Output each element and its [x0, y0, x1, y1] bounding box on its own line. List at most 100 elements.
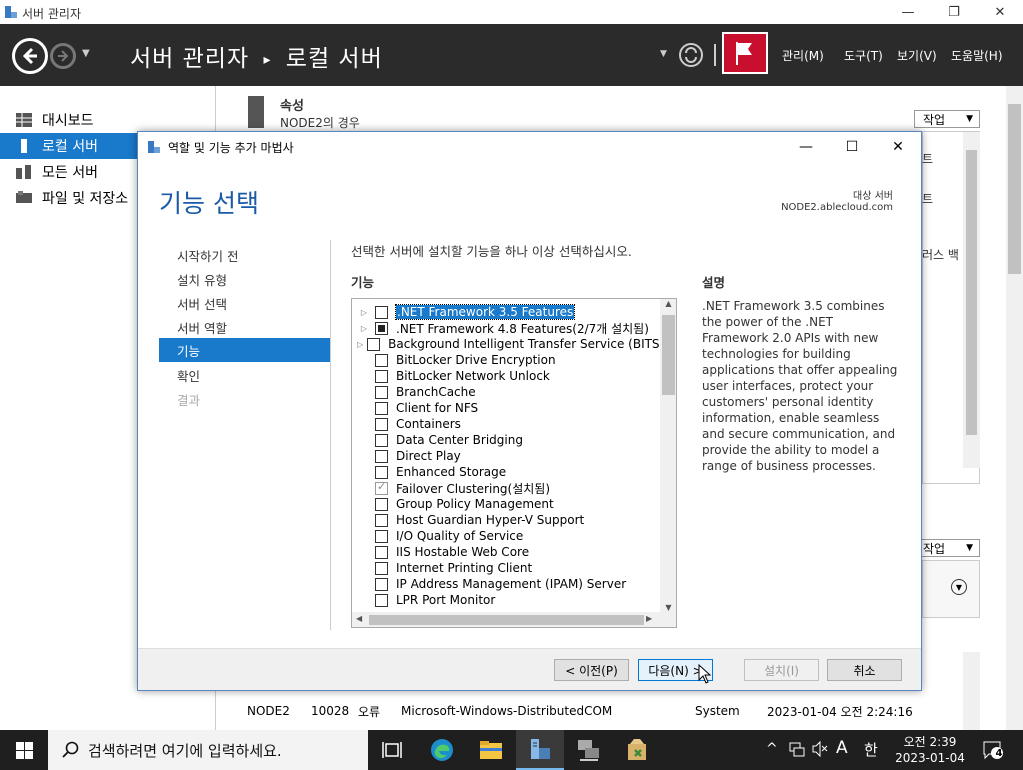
feature-row[interactable]: Internet Printing Client	[352, 560, 660, 576]
expand-chevron-icon[interactable]: ▼	[951, 579, 967, 595]
feature-row[interactable]: Failover Clustering(설치됨)	[352, 480, 660, 496]
feature-row[interactable]: BranchCache	[352, 384, 660, 400]
table-row[interactable]: NODE2 10028 오류 Microsoft-Windows-Distrib…	[240, 700, 1000, 722]
feature-checkbox[interactable]	[375, 353, 388, 367]
failover-cluster-button[interactable]	[614, 730, 662, 770]
features-hscroll[interactable]: ◀ ▶	[352, 612, 676, 627]
wizard-step-before-begin[interactable]: 시작하기 전	[177, 246, 238, 265]
feature-checkbox[interactable]	[375, 369, 388, 383]
minimize-button[interactable]: —	[885, 0, 931, 24]
scrollbar-thumb[interactable]	[662, 315, 675, 395]
volume-muted-icon[interactable]	[812, 741, 828, 757]
wizard-step-server-roles[interactable]: 서버 역할	[177, 318, 227, 337]
feature-checkbox[interactable]	[375, 433, 388, 447]
history-dropdown-icon[interactable]: ▼	[82, 48, 90, 59]
dialog-close-button[interactable]: ✕	[875, 132, 921, 162]
feature-checkbox[interactable]	[375, 305, 388, 319]
feature-row[interactable]: Direct Play	[352, 448, 660, 464]
features-header: 기능	[351, 275, 375, 290]
clock-date[interactable]: 2023-01-04	[895, 751, 965, 765]
wizard-step-confirm[interactable]: 확인	[177, 366, 200, 385]
scrollbar-thumb[interactable]	[1008, 104, 1021, 274]
feature-checkbox[interactable]	[375, 561, 388, 575]
wizard-step-features[interactable]: 기능	[159, 338, 330, 362]
tray-overflow-icon[interactable]: ^	[766, 741, 778, 757]
feature-checkbox[interactable]	[375, 401, 388, 415]
taskbar-search[interactable]: 검색하려면 여기에 입력하세요.	[48, 730, 368, 770]
feature-checkbox[interactable]	[375, 497, 388, 511]
feature-row[interactable]: IIS Hostable Web Core	[352, 544, 660, 560]
feature-checkbox[interactable]	[375, 529, 388, 543]
menu-tools[interactable]: 도구(T)	[844, 47, 883, 64]
feature-checkbox[interactable]	[375, 577, 388, 591]
network-tray-icon[interactable]	[789, 741, 805, 757]
menu-manage[interactable]: 관리(M)	[782, 47, 824, 64]
feature-row[interactable]: Host Guardian Hyper-V Support	[352, 512, 660, 528]
feature-checkbox[interactable]	[375, 385, 388, 399]
previous-button[interactable]: < 이전(P)	[554, 659, 629, 681]
feature-row[interactable]: Enhanced Storage	[352, 464, 660, 480]
breadcrumb-app: 서버 관리자	[130, 46, 250, 72]
menu-view[interactable]: 보기(V)	[897, 47, 937, 64]
properties-scrollbar[interactable]	[963, 132, 980, 468]
feature-row[interactable]: Containers	[352, 416, 660, 432]
scrollbar-thumb[interactable]	[369, 615, 644, 625]
feature-row[interactable]: BitLocker Network Unlock	[352, 368, 660, 384]
main-scrollbar[interactable]	[1006, 86, 1023, 730]
notifications-flag-button[interactable]	[722, 32, 768, 74]
tasks-dropdown-2[interactable]: 작업 ▼	[914, 539, 980, 557]
server-manager-button[interactable]	[516, 730, 564, 770]
feature-row[interactable]: ▷ .NET Framework 4.8 Features(2/7개 설치됨)	[352, 320, 660, 336]
feature-checkbox[interactable]	[375, 449, 388, 463]
ime-language[interactable]: A	[836, 738, 848, 758]
sidebar-item-dashboard[interactable]: 대시보드	[0, 107, 216, 133]
wizard-step-server-select[interactable]: 서버 선택	[177, 294, 227, 313]
features-tree[interactable]: ▷ .NET Framework 3.5 Features ▷ .NET Framew…	[351, 298, 677, 628]
scrollbar-thumb[interactable]	[966, 150, 977, 435]
feature-checkbox[interactable]	[367, 337, 381, 351]
feature-row[interactable]: Group Policy Management	[352, 496, 660, 512]
refresh-icon[interactable]	[678, 42, 704, 68]
task-view-button[interactable]	[368, 730, 416, 770]
feature-row[interactable]: IP Address Management (IPAM) Server	[352, 576, 660, 592]
clock-time[interactable]: 오전 2:39	[895, 733, 965, 750]
expand-arrow-icon[interactable]: ▷	[357, 324, 371, 333]
start-button[interactable]	[0, 730, 48, 770]
edge-button[interactable]	[418, 730, 466, 770]
scroll-right-icon[interactable]: ▶	[646, 614, 652, 623]
feature-row[interactable]: Client for NFS	[352, 400, 660, 416]
feature-checkbox[interactable]	[375, 513, 388, 527]
scroll-left-icon[interactable]: ◀	[356, 614, 362, 623]
ime-mode[interactable]: 한	[864, 739, 878, 760]
feature-checkbox[interactable]	[375, 545, 388, 559]
feature-row[interactable]: ▷ .NET Framework 3.5 Features	[352, 304, 660, 320]
server-manager-app-icon	[4, 5, 18, 19]
feature-row[interactable]: BitLocker Drive Encryption	[352, 352, 660, 368]
scroll-down-icon[interactable]: ▼	[660, 603, 676, 612]
dialog-minimize-button[interactable]: —	[783, 132, 829, 162]
feature-row[interactable]: I/O Quality of Service	[352, 528, 660, 544]
network-app-button[interactable]	[565, 730, 613, 770]
header-dropdown-icon[interactable]: ▼	[660, 49, 667, 59]
feature-row[interactable]: LPR Port Monitor	[352, 592, 660, 608]
restore-button[interactable]: ❐	[931, 0, 977, 24]
back-button[interactable]	[12, 38, 48, 74]
scroll-up-icon[interactable]: ▲	[660, 299, 676, 313]
feature-checkbox[interactable]	[375, 593, 388, 607]
feature-row[interactable]: Data Center Bridging	[352, 432, 660, 448]
file-explorer-button[interactable]	[467, 730, 515, 770]
features-vscroll[interactable]: ▲ ▼	[660, 299, 676, 612]
dialog-maximize-button[interactable]: ☐	[829, 132, 875, 162]
tasks-dropdown[interactable]: 작업 ▼	[914, 110, 980, 128]
feature-checkbox[interactable]	[375, 465, 388, 479]
menu-help[interactable]: 도움말(H)	[951, 47, 1003, 64]
forward-button[interactable]	[50, 43, 76, 69]
close-button[interactable]: ✕	[977, 0, 1023, 24]
feature-checkbox[interactable]	[375, 321, 388, 335]
feature-row[interactable]: ▷ Background Intelligent Transfer Service…	[352, 336, 664, 352]
expand-arrow-icon[interactable]: ▷	[357, 308, 371, 317]
feature-checkbox[interactable]	[375, 417, 388, 431]
cancel-button[interactable]: 취소	[827, 659, 902, 681]
wizard-step-install-type[interactable]: 설치 유형	[177, 270, 227, 289]
expand-arrow-icon[interactable]: ▷	[357, 340, 363, 349]
